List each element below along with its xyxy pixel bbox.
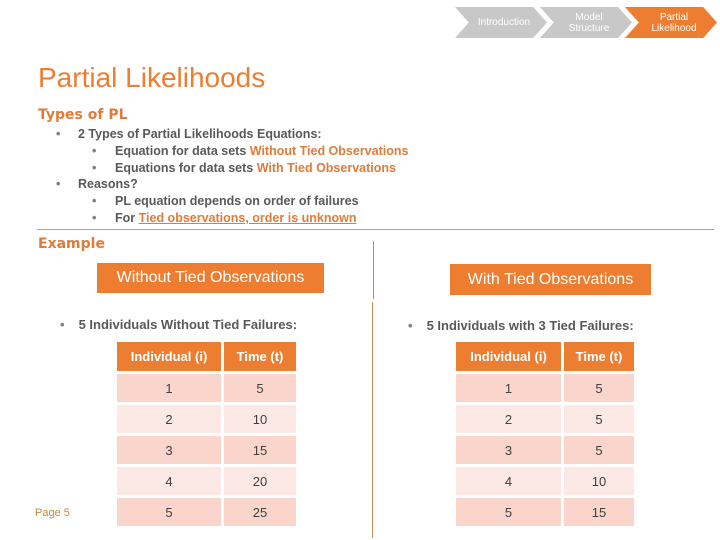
right-bullet: • 5 Individuals with 3 Tied Failures: [408, 318, 634, 333]
breadcrumb-partial-likelihood[interactable]: Partial Likelihood [625, 7, 717, 38]
cell-individual: 4 [117, 467, 221, 495]
table-row: 5 25 [117, 498, 296, 526]
cell-time: 25 [224, 498, 296, 526]
cell-individual: 4 [456, 467, 561, 495]
types-bullet-list: 2 Types of Partial Likelihoods Equations… [56, 126, 408, 227]
label-without-tied: Without Tied Observations [97, 263, 324, 293]
column-divider-top [373, 241, 374, 299]
breadcrumb-label: Partial Likelihood [651, 11, 697, 34]
sub-bullet-item: PL equation depends on order of failures [56, 193, 408, 210]
bullet-text: Equation for data sets [115, 143, 250, 158]
table-header-row: Individual (i) Time (t) [117, 342, 296, 371]
cell-individual: 1 [117, 374, 221, 402]
cell-time: 20 [224, 467, 296, 495]
table-row: 5 15 [456, 498, 634, 526]
table-row: 15 [117, 374, 296, 402]
bullet-item: 2 Types of Partial Likelihoods Equations… [56, 126, 408, 143]
table-header-row: Individual (i) Time (t) [456, 342, 634, 371]
column-divider-bottom [372, 302, 373, 538]
label-with-tied: With Tied Observations [450, 264, 651, 295]
bullet-text: 5 Individuals with 3 Tied Failures: [426, 318, 634, 333]
section-heading-example: Example [38, 236, 105, 252]
bullet-item: Reasons? [56, 176, 408, 193]
cell-time: 5 [224, 374, 296, 402]
highlight-text: Without Tied Observations [249, 143, 409, 158]
cell-time: 5 [564, 374, 634, 402]
cell-individual: 1 [456, 374, 561, 402]
cell-individual: 2 [456, 405, 561, 433]
page-number: Page 5 [35, 507, 70, 519]
bullet-dot: • [60, 317, 65, 332]
cell-individual: 2 [117, 405, 221, 433]
header-time: Time (t) [224, 342, 296, 371]
bullet-text: 2 Types of Partial Likelihoods Equations… [78, 127, 322, 141]
cell-individual: 3 [117, 436, 221, 464]
table-row: 25 [456, 405, 634, 433]
left-bullet: • 5 Individuals Without Tied Failures: [60, 317, 297, 332]
header-individual: Individual (i) [456, 342, 561, 371]
cell-time: 5 [564, 405, 634, 433]
table-without-tied: Individual (i) Time (t) 15 2 10 3 15 4 20 5… [114, 339, 299, 529]
bullet-text: For [115, 210, 139, 225]
header-time: Time (t) [564, 342, 634, 371]
table-row: 15 [456, 374, 634, 402]
page-title: Partial Likelihoods [38, 62, 266, 93]
bullet-dot: • [408, 318, 413, 333]
cell-time: 15 [224, 436, 296, 464]
table-with-tied: Individual (i) Time (t) 15 25 35 4 10 5 15 [453, 339, 637, 529]
sub-bullet-item: For Tied observations, order is unknown [56, 210, 408, 227]
cell-time: 15 [564, 498, 634, 526]
breadcrumb-label: Model Structure [568, 11, 610, 34]
breadcrumb-introduction[interactable]: Introduction [455, 7, 547, 38]
table-row: 4 10 [456, 467, 634, 495]
bullet-text: 5 Individuals Without Tied Failures: [78, 317, 298, 332]
section-heading-types: Types of PL [38, 107, 128, 123]
header-individual: Individual (i) [117, 342, 221, 371]
breadcrumb-label: Introduction [477, 17, 531, 28]
bullet-text: Reasons? [78, 177, 138, 192]
breadcrumb-model-structure[interactable]: Model Structure [540, 7, 632, 38]
table-row: 35 [456, 436, 634, 464]
cell-individual: 5 [456, 498, 561, 526]
bullet-text: Equations for data sets [115, 160, 257, 175]
bullet-text: PL equation depends on order of failures [115, 194, 359, 209]
cell-time: 10 [224, 405, 296, 433]
cell-time: 5 [564, 436, 634, 464]
cell-individual: 3 [456, 436, 561, 464]
table-row: 3 15 [117, 436, 296, 464]
sub-bullet-item: Equations for data sets With Tied Observ… [56, 160, 408, 177]
highlight-link-text: Tied observations, order is unknown [138, 210, 357, 225]
highlight-text: With Tied Observations [256, 160, 396, 175]
table-row: 2 10 [117, 405, 296, 433]
cell-individual: 5 [117, 498, 221, 526]
section-divider [37, 229, 714, 230]
cell-time: 10 [564, 467, 634, 495]
sub-bullet-item: Equation for data sets Without Tied Obse… [56, 143, 408, 160]
table-row: 4 20 [117, 467, 296, 495]
